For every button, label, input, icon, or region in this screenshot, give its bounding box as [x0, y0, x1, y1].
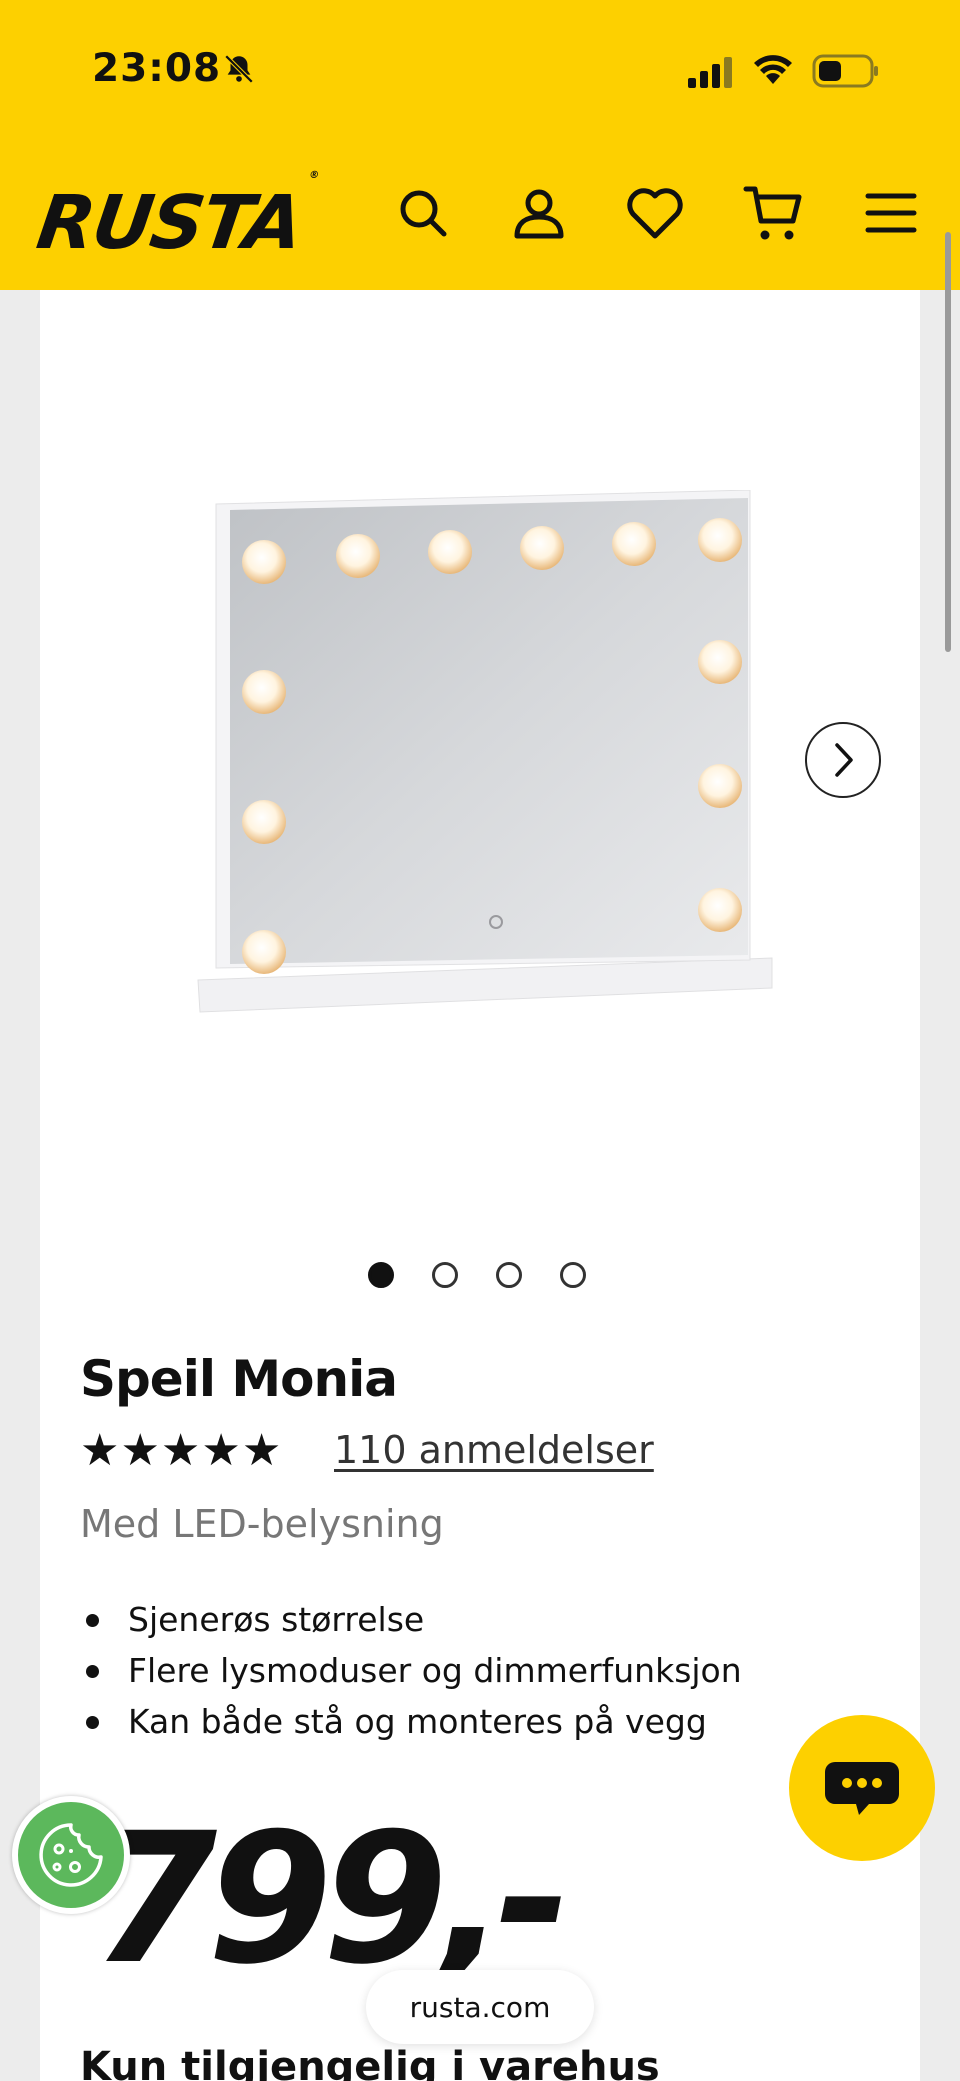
app-header: 23:08 RUSTA®: [0, 0, 960, 290]
feature-item: Flere lysmoduser og dimmerfunksjon: [80, 1645, 742, 1696]
chat-button[interactable]: [789, 1715, 935, 1861]
bell-slash-icon: [224, 54, 254, 84]
page-scrollbar[interactable]: [945, 232, 951, 652]
star-icon: ★: [80, 1425, 120, 1476]
gallery-dot-2[interactable]: [432, 1262, 458, 1288]
availability-text: Kun tilgjengelig i varehus: [80, 2044, 660, 2081]
search-icon[interactable]: [392, 182, 454, 244]
rusta-logo[interactable]: RUSTA®: [31, 170, 318, 266]
user-icon[interactable]: [508, 182, 570, 244]
product-subtitle: Med LED-belysning: [80, 1502, 444, 1546]
gallery-pagination: [368, 1262, 586, 1288]
status-time: 23:08: [92, 46, 222, 91]
logo-text: RUSTA: [31, 180, 307, 266]
product-title: Speil Monia: [80, 1350, 398, 1408]
cookie-icon: [39, 1823, 103, 1887]
star-icon: ★: [160, 1425, 201, 1476]
gallery-dot-3[interactable]: [496, 1262, 522, 1288]
cookie-settings-button[interactable]: [12, 1796, 130, 1914]
star-icon: ★: [241, 1425, 282, 1476]
heart-icon[interactable]: [624, 182, 686, 244]
rating-stars: ★ ★ ★ ★ ★: [80, 1428, 281, 1474]
battery-icon: [812, 54, 878, 88]
registered-mark: ®: [308, 170, 318, 182]
star-icon: ★: [120, 1425, 160, 1476]
feature-item: Sjenerøs størrelse: [80, 1594, 742, 1645]
gallery-next-button[interactable]: [805, 722, 881, 798]
signal-icon: [688, 57, 732, 88]
star-icon: ★: [201, 1425, 241, 1476]
gallery-dot-1[interactable]: [368, 1262, 394, 1288]
gallery-dot-4[interactable]: [560, 1262, 586, 1288]
chevron-right-icon: [835, 743, 853, 777]
feature-list: Sjenerøs størrelse Flere lysmoduser og d…: [80, 1594, 742, 1747]
feature-item: Kan både stå og monteres på vegg: [80, 1696, 742, 1747]
product-price: 799,-: [92, 1795, 571, 2004]
chat-bubble-icon: [825, 1762, 899, 1815]
product-image[interactable]: [178, 490, 898, 1100]
cart-icon[interactable]: [742, 182, 804, 244]
reviews-link[interactable]: 110 anmeldelser: [334, 1428, 654, 1472]
wifi-icon: [754, 55, 792, 84]
menu-icon[interactable]: [860, 182, 922, 244]
browser-url-pill[interactable]: rusta.com: [366, 1970, 594, 2044]
